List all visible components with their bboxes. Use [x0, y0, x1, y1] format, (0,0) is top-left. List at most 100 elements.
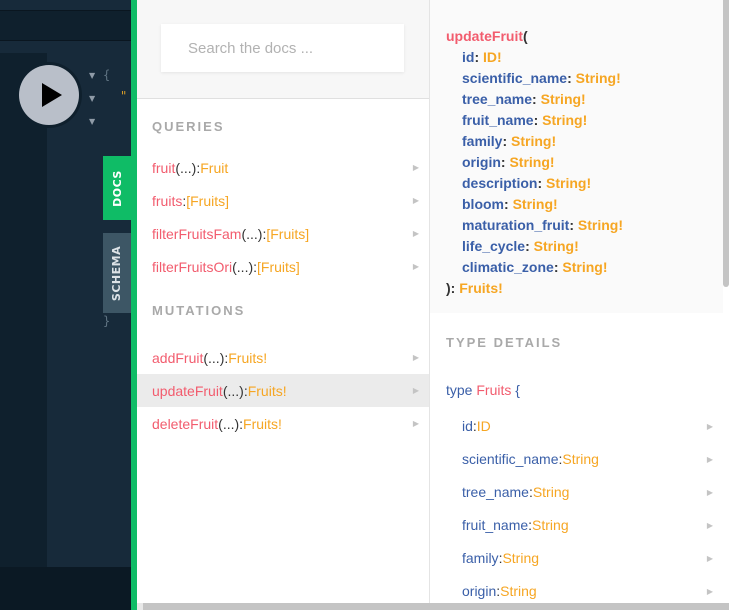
- fold-arrow-icon[interactable]: ▼: [89, 95, 97, 103]
- queries-list: fruit (...): Fruit ▶ fruits: [Fruits] ▶ f…: [137, 151, 429, 283]
- editor-top-bar: [0, 0, 131, 10]
- chevron-right-icon: ▶: [706, 455, 713, 464]
- arg-type[interactable]: String!: [576, 70, 621, 86]
- signature-arg: description: String!: [462, 175, 592, 191]
- signature-arg: climatic_zone: String!: [462, 259, 608, 275]
- arg-type[interactable]: String!: [513, 196, 558, 212]
- type-details-title: TYPE DETAILS: [446, 335, 563, 350]
- query-item-fruits[interactable]: fruits: [Fruits] ▶: [137, 184, 429, 217]
- mutations-section-title: MUTATIONS: [152, 303, 246, 318]
- mutations-list: addFruit (...): Fruits! ▶ updateFruit (...…: [137, 341, 429, 440]
- arg-name: life_cycle: [462, 238, 526, 254]
- query-item-filterFruitsFam[interactable]: filterFruitsFam (...): [Fruits] ▶: [137, 217, 429, 250]
- query-return-type[interactable]: [Fruits]: [266, 226, 309, 242]
- chevron-right-icon: ▶: [706, 488, 713, 497]
- mutation-item-updateFruit[interactable]: updateFruit (...): Fruits! ▶: [137, 374, 429, 407]
- arg-type[interactable]: String!: [509, 154, 554, 170]
- editor-bottom-bar: [0, 567, 131, 610]
- fold-arrow-icon[interactable]: ▼: [89, 118, 97, 126]
- code-open-brace: {: [103, 68, 111, 82]
- chevron-right-icon: ▶: [706, 521, 713, 530]
- docs-search-box[interactable]: [161, 24, 404, 72]
- arg-name: description: [462, 175, 538, 191]
- mutation-return-type[interactable]: Fruits!: [228, 350, 267, 366]
- signature-arg: life_cycle: String!: [462, 238, 579, 254]
- type-field-item[interactable]: tree_name: String ▶: [430, 475, 723, 508]
- field-type[interactable]: String: [502, 550, 539, 566]
- type-name: Fruits: [476, 382, 512, 398]
- editor-gutter: [0, 53, 47, 567]
- arg-name: scientific_name: [462, 70, 568, 86]
- docs-search-input[interactable]: [188, 39, 404, 57]
- field-type[interactable]: String: [562, 451, 599, 467]
- schema-tab[interactable]: SCHEMA: [103, 233, 131, 313]
- query-return-type[interactable]: [Fruits]: [186, 193, 229, 209]
- chevron-right-icon: ▶: [412, 419, 419, 428]
- run-query-button[interactable]: [16, 62, 82, 128]
- docs-tab[interactable]: DOCS: [103, 156, 131, 220]
- arg-type[interactable]: String!: [541, 91, 586, 107]
- mutation-item-addFruit[interactable]: addFruit (...): Fruits! ▶: [137, 341, 429, 374]
- arg-type[interactable]: String!: [511, 133, 556, 149]
- docs-explorer-panel: QUERIES fruit(...): Fruit ▶ fruits: [Fru…: [137, 0, 430, 603]
- query-return-type[interactable]: Fruit: [200, 160, 228, 176]
- query-args: (...): [241, 225, 263, 242]
- field-name: tree_name: [462, 483, 529, 500]
- arg-name: origin: [462, 154, 501, 170]
- vertical-scrollbar[interactable]: [723, 0, 729, 287]
- chevron-right-icon: ▶: [412, 386, 419, 395]
- arg-name: family: [462, 133, 503, 149]
- arg-type[interactable]: String!: [546, 175, 591, 191]
- arg-name: tree_name: [462, 91, 533, 107]
- query-item-filterFruitsOri[interactable]: filterFruitsOri (...): [Fruits] ▶: [137, 250, 429, 283]
- signature-arg: id: ID!: [462, 49, 502, 65]
- docs-tab-label: DOCS: [110, 169, 124, 207]
- field-type[interactable]: String: [532, 517, 569, 533]
- chevron-right-icon: ▶: [706, 422, 713, 431]
- fold-arrow-icon[interactable]: ▼: [89, 72, 97, 80]
- arg-type[interactable]: String!: [534, 238, 579, 254]
- field-name: scientific_name: [462, 450, 559, 467]
- arg-type[interactable]: ID!: [483, 49, 502, 65]
- code-string-fragment: ": [120, 89, 128, 103]
- mutation-item-deleteFruit[interactable]: deleteFruit (...): Fruits! ▶: [137, 407, 429, 440]
- query-return-type[interactable]: [Fruits]: [257, 259, 300, 275]
- field-detail-panel: updateFruit( id: ID! scientific_name: St…: [430, 0, 729, 603]
- query-item-fruit[interactable]: fruit (...): Fruit ▶: [137, 151, 429, 184]
- arg-name: id: [462, 49, 475, 65]
- signature-arg: fruit_name: String!: [462, 112, 588, 128]
- horizontal-scrollbar[interactable]: [143, 603, 729, 610]
- mutation-args: (...): [218, 415, 240, 432]
- field-type[interactable]: ID: [477, 418, 491, 434]
- type-field-item[interactable]: id: ID ▶: [430, 409, 723, 442]
- type-open-brace: {: [511, 382, 520, 398]
- type-field-item[interactable]: family: String ▶: [430, 541, 723, 574]
- arg-type[interactable]: String!: [562, 259, 607, 275]
- signature-arg: origin: String!: [462, 154, 555, 170]
- field-type[interactable]: String: [500, 583, 537, 599]
- type-details-section: TYPE DETAILS type Fruits { id: ID ▶ scien…: [430, 313, 723, 607]
- signature-arg: maturation_fruit: String!: [462, 217, 624, 233]
- mutation-return-type[interactable]: Fruits!: [248, 383, 287, 399]
- mutation-name: updateFruit: [152, 382, 223, 399]
- field-name: family: [462, 549, 499, 566]
- arg-name: fruit_name: [462, 112, 534, 128]
- query-args: (...): [175, 159, 197, 176]
- type-field-item[interactable]: scientific_name: String ▶: [430, 442, 723, 475]
- chevron-right-icon: ▶: [706, 554, 713, 563]
- signature-return-type[interactable]: Fruits!: [459, 280, 503, 296]
- mutation-args: (...): [222, 382, 244, 399]
- play-icon: [41, 83, 62, 107]
- arg-type[interactable]: String!: [542, 112, 587, 128]
- query-name: fruit: [152, 159, 176, 176]
- chevron-right-icon: ▶: [412, 262, 419, 271]
- arg-type[interactable]: String!: [578, 217, 623, 233]
- type-field-item[interactable]: fruit_name: String ▶: [430, 508, 723, 541]
- signature-arg: bloom: String!: [462, 196, 558, 212]
- mutation-return-type[interactable]: Fruits!: [243, 416, 282, 432]
- signature-fn-name: updateFruit: [446, 28, 523, 44]
- signature-arg: scientific_name: String!: [462, 70, 621, 86]
- play-button-face: [19, 65, 79, 125]
- arg-name: climatic_zone: [462, 259, 554, 275]
- field-type[interactable]: String: [533, 484, 570, 500]
